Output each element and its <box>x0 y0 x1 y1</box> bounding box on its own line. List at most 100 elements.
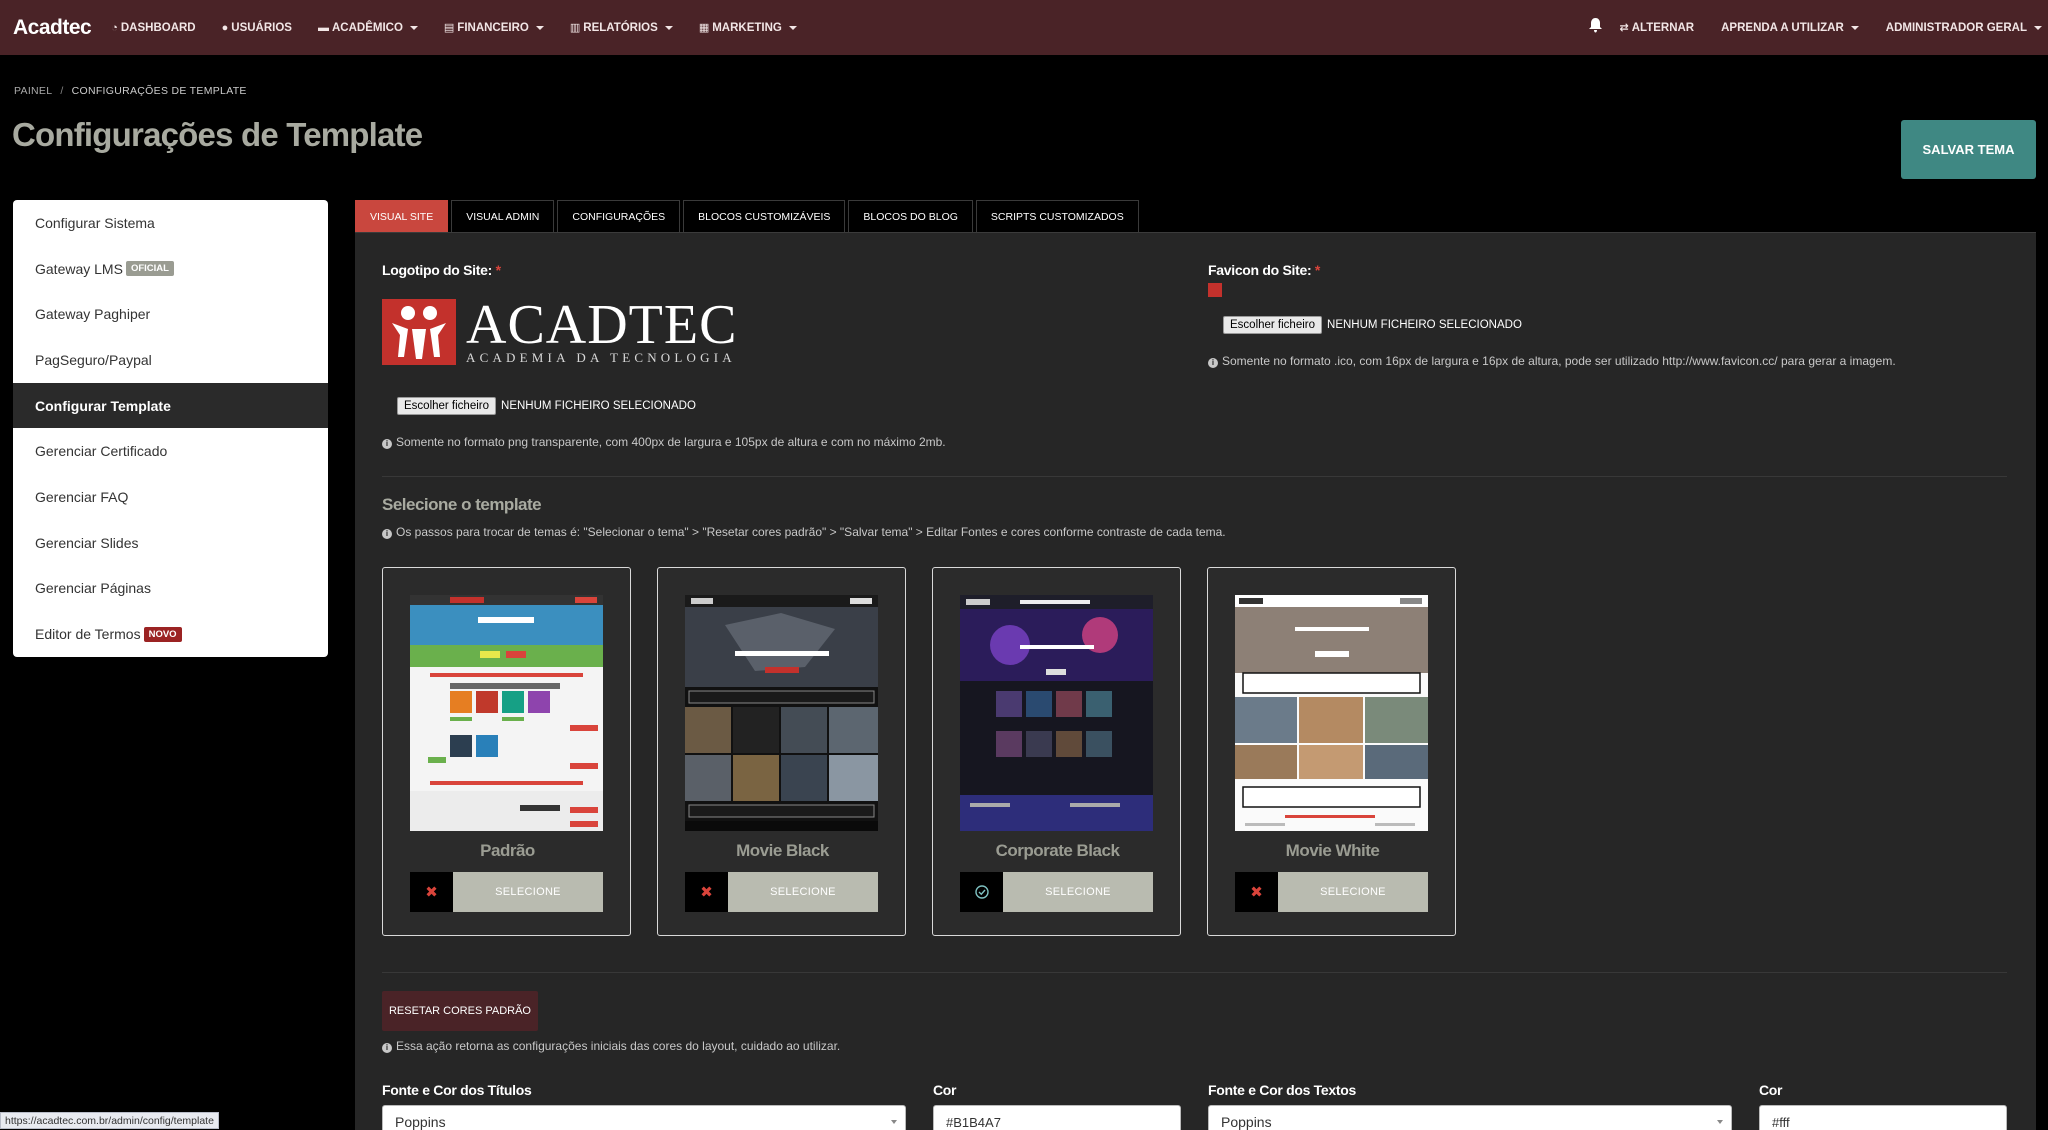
sidebar-item-gateway-paghiper[interactable]: Gateway Paghiper <box>13 291 328 337</box>
chevron-down-icon <box>535 25 544 30</box>
sidebar-item-label: Gateway Paghiper <box>35 306 151 323</box>
tab-custom-blocks[interactable]: BLOCOS CUSTOMIZÁVEIS <box>683 200 846 232</box>
sidebar-item-pagseguro-paypal[interactable]: PagSeguro/Paypal <box>13 337 328 383</box>
info-icon: i <box>382 1043 392 1053</box>
nav-learn[interactable]: APRENDA A UTILIZAR <box>1721 22 1859 34</box>
favicon-file-status: NENHUM FICHEIRO SELECIONADO <box>1327 319 1522 331</box>
nav-label: DASHBOARD <box>120 21 196 34</box>
texts-font-select[interactable]: Poppins <box>1208 1105 1732 1130</box>
exchange-icon: ⇄ <box>1619 22 1629 34</box>
template-thumbnail-movie-black <box>685 595 878 831</box>
nav-finance[interactable]: ▤ FINANCEIRO <box>444 21 544 34</box>
titles-font-value: Poppins <box>395 1114 446 1130</box>
logo-file-status: NENHUM FICHEIRO SELECIONADO <box>501 400 696 412</box>
navbar-right: ⇄ ALTERNAR APRENDA A UTILIZAR ADMINISTRAD… <box>1588 0 2048 55</box>
sidebar-item-configure-template[interactable]: Configurar Template <box>13 382 328 429</box>
sidebar-item-label: Gerenciar Slides <box>35 534 139 551</box>
nav-users[interactable]: ● USUÁRIOS <box>222 22 292 34</box>
template-thumbnail-corporate-black <box>960 595 1153 831</box>
template-card-corporate-black: Corporate Black SELECIONE <box>932 567 1181 936</box>
sidebar-item-label: PagSeguro/Paypal <box>35 351 152 368</box>
logo-help-text: Somente no formato png transparente, com… <box>396 435 946 449</box>
brand-logo[interactable]: Acadtec <box>13 16 92 40</box>
template-thumbnail-padrao <box>410 595 603 831</box>
select-template-button[interactable]: SELECIONE <box>1278 872 1428 912</box>
save-theme-button[interactable]: SALVAR TEMA <box>1901 120 2036 179</box>
sidebar-item-terms-editor[interactable]: Editor de Termos NOVO <box>13 611 328 657</box>
texts-color-input[interactable]: #fff <box>1759 1105 2007 1130</box>
texts-color-label: Cor <box>1759 1082 1783 1098</box>
logo-label-text: Logotipo do Site: <box>382 262 492 278</box>
titles-color-input[interactable]: #B1B4A7 <box>933 1105 1181 1130</box>
sidebar-item-certificate[interactable]: Gerenciar Certificado <box>13 428 328 474</box>
tab-visual-site[interactable]: VISUAL SITE <box>355 200 449 232</box>
sidebar-item-faq[interactable]: Gerenciar FAQ <box>13 474 328 520</box>
logo-choose-file-button[interactable]: Escolher ficheiro <box>397 397 497 415</box>
nav-label: FINANCEIRO <box>457 21 529 34</box>
breadcrumb: PAINEL / CONFIGURAÇÕES DE TEMPLATE <box>14 85 247 97</box>
sidebar-item-label: Configurar Sistema <box>35 214 155 231</box>
favicon-label-text: Favicon do Site: <box>1208 262 1312 278</box>
logo-help: i Somente no formato png transparente, co… <box>382 435 946 449</box>
sidebar-item-label: Gerenciar Certificado <box>35 443 168 460</box>
template-select-control: SELECIONE <box>960 872 1153 912</box>
select-template-button[interactable]: SELECIONE <box>1003 872 1153 912</box>
bell-icon[interactable] <box>1588 18 1602 37</box>
sidebar-item-label: Configurar Template <box>35 397 171 414</box>
not-selected-icon: ✖ <box>410 872 453 912</box>
top-navbar: Acadtec ◔ DASHBOARD ● USUÁRIOS ▬ ACADÊMICO … <box>0 0 2048 55</box>
select-template-button[interactable]: SELECIONE <box>728 872 878 912</box>
divider <box>382 972 2007 973</box>
nav-reports[interactable]: ▥ RELATÓRIOS <box>570 21 673 34</box>
nav-admin[interactable]: ADMINISTRADOR GERAL <box>1886 22 2042 34</box>
sidebar-item-label: Gateway LMS <box>35 260 123 277</box>
breadcrumb-root[interactable]: PAINEL <box>14 85 52 97</box>
titles-font-label: Fonte e Cor dos Títulos <box>382 1082 532 1098</box>
favicon-choose-file-button[interactable]: Escolher ficheiro <box>1223 316 1323 334</box>
status-url-tooltip: https://acadtec.com.br/admin/config/temp… <box>0 1112 219 1129</box>
select-template-button[interactable]: SELECIONE <box>453 872 603 912</box>
logo-wordmark-title: ACADTEC <box>466 294 738 356</box>
nav-label: USUÁRIOS <box>231 21 292 34</box>
logo-file-input: Escolher ficheiro NENHUM FICHEIRO SELECI… <box>397 397 696 415</box>
tab-visual-admin[interactable]: VISUAL ADMIN <box>451 200 555 232</box>
nav-label: MARKETING <box>712 21 782 34</box>
nav-dashboard[interactable]: ◔ DASHBOARD <box>111 22 195 34</box>
tab-blog-blocks[interactable]: BLOCOS DO BLOG <box>848 200 973 232</box>
texts-font-label: Fonte e Cor dos Textos <box>1208 1082 1356 1098</box>
template-help: i Os passos para trocar de temas é: "Sele… <box>382 525 1226 539</box>
titles-font-select[interactable]: Poppins <box>382 1105 906 1130</box>
sidebar-item-gateway-lms[interactable]: Gateway LMS OFICIAL <box>13 246 328 292</box>
nav-academic[interactable]: ▬ ACADÊMICO <box>318 22 418 34</box>
visual-site-panel: Logotipo do Site: * ACADTEC ACADEMIA DA … <box>355 232 2036 1130</box>
template-name: Corporate Black <box>995 841 1120 860</box>
info-icon: i <box>382 439 392 449</box>
favicon-help-text: Somente no formato .ico, com 16px de lar… <box>1222 354 1896 368</box>
nav-marketing[interactable]: ▦ MARKETING <box>699 21 797 34</box>
nav-label: ALTERNAR <box>1631 21 1695 34</box>
not-selected-icon: ✖ <box>1235 872 1278 912</box>
required-marker: * <box>1314 262 1321 278</box>
reset-help: i Essa ação retorna as configurações inic… <box>382 1039 840 1053</box>
sidebar-item-pages[interactable]: Gerenciar Páginas <box>13 566 328 612</box>
sidebar-item-configure-system[interactable]: Configurar Sistema <box>13 200 328 246</box>
template-name: Movie Black <box>736 841 829 860</box>
official-badge: OFICIAL <box>125 261 174 277</box>
divider <box>382 476 2007 477</box>
laptop-icon: ▬ <box>317 21 329 34</box>
favicon-file-input: Escolher ficheiro NENHUM FICHEIRO SELECI… <box>1223 316 1522 334</box>
logo-wordmark: ACADTEC ACADEMIA DA TECNOLOGIA <box>466 294 738 366</box>
sidebar-item-slides[interactable]: Gerenciar Slides <box>13 520 328 566</box>
template-section-title: Selecione o template <box>382 495 542 514</box>
template-select-control: ✖ SELECIONE <box>1235 872 1428 912</box>
tab-settings[interactable]: CONFIGURAÇÕES <box>557 200 681 232</box>
nav-switch[interactable]: ⇄ ALTERNAR <box>1619 21 1695 35</box>
titles-color-label: Cor <box>933 1082 957 1098</box>
info-icon: i <box>382 529 392 539</box>
tab-custom-scripts[interactable]: SCRIPTS CUSTOMIZADOS <box>975 200 1139 232</box>
reset-colors-button[interactable]: RESETAR CORES PADRÃO <box>382 991 538 1031</box>
chevron-down-icon <box>2034 25 2042 30</box>
chart-icon: ▥ <box>569 22 581 34</box>
nav-label: RELATÓRIOS <box>583 21 658 34</box>
breadcrumb-current: CONFIGURAÇÕES DE TEMPLATE <box>71 85 247 97</box>
